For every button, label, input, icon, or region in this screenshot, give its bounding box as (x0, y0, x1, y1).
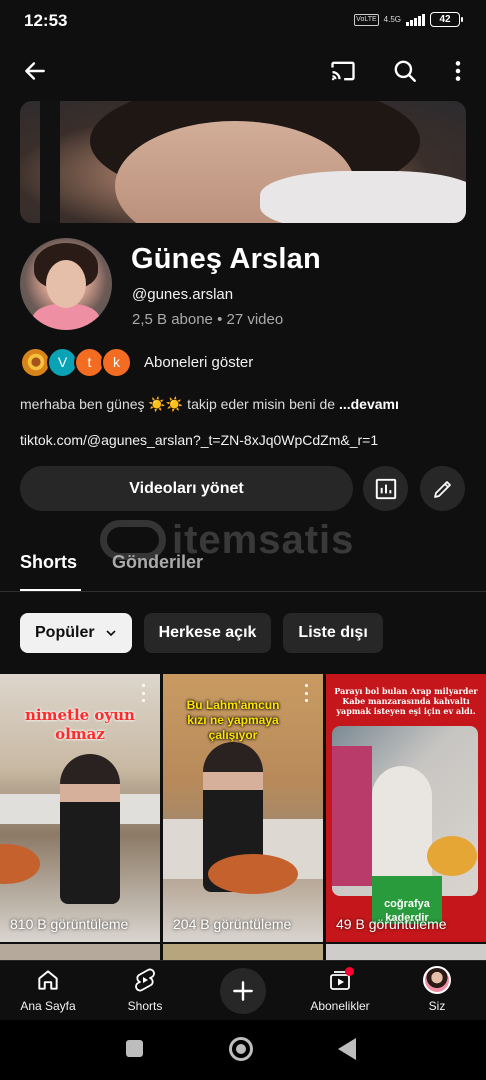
chip-public[interactable]: Herkese açık (143, 613, 272, 653)
shorts-grid: nimetle oyun olmaz 810 B görüntüleme Bu … (0, 674, 486, 944)
more-options-icon[interactable] (443, 56, 473, 86)
avatar (423, 966, 451, 994)
nav-you[interactable]: Siz (392, 966, 482, 1013)
analytics-button[interactable] (363, 466, 408, 511)
system-navigation-bar (0, 1020, 486, 1080)
active-tab-indicator (20, 589, 81, 591)
chip-popular[interactable]: Popüler (20, 613, 132, 653)
short-views: 49 B görüntüleme (336, 916, 447, 932)
short-overlay-text: Parayı bol bulan Arap milyarder Kabe man… (334, 686, 478, 716)
nav-home[interactable]: Ana Sayfa (3, 967, 93, 1013)
short-thumbnail[interactable]: Bu Lahm'amcun kızı ne yapmaya çalışıyor … (163, 674, 323, 942)
channel-avatar[interactable] (20, 238, 112, 330)
short-overlay-text: nimetle oyun olmaz (25, 706, 135, 743)
home-icon (3, 967, 93, 993)
shorts-row-peek (0, 944, 486, 960)
back-arrow-icon[interactable] (20, 56, 50, 86)
plus-icon (233, 981, 253, 1001)
short-more-icon[interactable] (299, 684, 313, 702)
system-back-icon[interactable] (338, 1038, 356, 1060)
short-thumbnail[interactable]: Parayı bol bulan Arap milyarder Kabe man… (326, 674, 486, 942)
short-overlay-text: Bu Lahm'amcun kızı ne yapmaya çalışıyor (186, 698, 280, 742)
subscriber-avatar: k (101, 346, 132, 378)
bar-chart-icon (375, 478, 396, 499)
channel-banner (20, 101, 466, 223)
shorts-icon (100, 967, 190, 993)
manage-videos-button[interactable]: Videoları yönet (20, 466, 353, 511)
show-subscribers-label: Aboneleri göster (144, 353, 254, 371)
channel-link[interactable]: tiktok.com/@agunes_arslan?_t=ZN-8xJq0WpC… (20, 432, 378, 448)
status-icons: VoLTE 4.5G 42 (354, 12, 463, 27)
short-thumbnail[interactable]: nimetle oyun olmaz 810 B görüntüleme (0, 674, 160, 942)
chevron-down-icon (105, 630, 116, 637)
status-time: 12:53 (24, 11, 68, 30)
nav-subscriptions[interactable]: Abonelikler (295, 967, 385, 1013)
volte-icon: VoLTE (354, 13, 379, 26)
filter-chips: Popüler Herkese açık Liste dışı (20, 613, 383, 653)
status-bar: 12:53 VoLTE 4.5G 42 (0, 0, 486, 42)
notification-dot (345, 967, 354, 976)
nav-shorts[interactable]: Shorts (100, 967, 190, 1013)
subscriptions-icon (295, 967, 385, 993)
recent-apps-icon[interactable] (126, 1040, 143, 1057)
short-more-icon[interactable] (136, 684, 150, 702)
read-more-link[interactable]: ...devamı (339, 396, 399, 412)
home-button-icon[interactable] (229, 1037, 253, 1061)
network-type: 4.5G (383, 15, 401, 24)
show-subscribers[interactable]: V t k Aboneleri göster (20, 346, 253, 378)
signal-icon (406, 13, 425, 26)
battery-icon: 42 (430, 12, 463, 27)
top-app-bar (0, 50, 486, 92)
channel-description[interactable]: merhaba ben güneş ☀️☀️ takip eder misin … (20, 396, 399, 413)
create-button[interactable] (220, 968, 266, 1014)
channel-name: Güneş Arslan (131, 243, 321, 275)
search-icon[interactable] (390, 56, 420, 86)
short-views: 204 B görüntüleme (173, 916, 292, 932)
edit-channel-button[interactable] (420, 466, 465, 511)
pencil-icon (433, 480, 451, 498)
short-views: 810 B görüntüleme (10, 916, 129, 932)
cast-icon[interactable] (328, 56, 358, 86)
channel-handle: @gunes.arslan (132, 286, 234, 303)
channel-tabs: Shorts Gönderiler (0, 540, 486, 592)
channel-stats: 2,5 B abone • 27 video (132, 311, 284, 328)
chip-unlisted[interactable]: Liste dışı (283, 613, 383, 653)
tab-shorts[interactable]: Shorts (20, 552, 77, 573)
tab-posts[interactable]: Gönderiler (112, 552, 203, 573)
